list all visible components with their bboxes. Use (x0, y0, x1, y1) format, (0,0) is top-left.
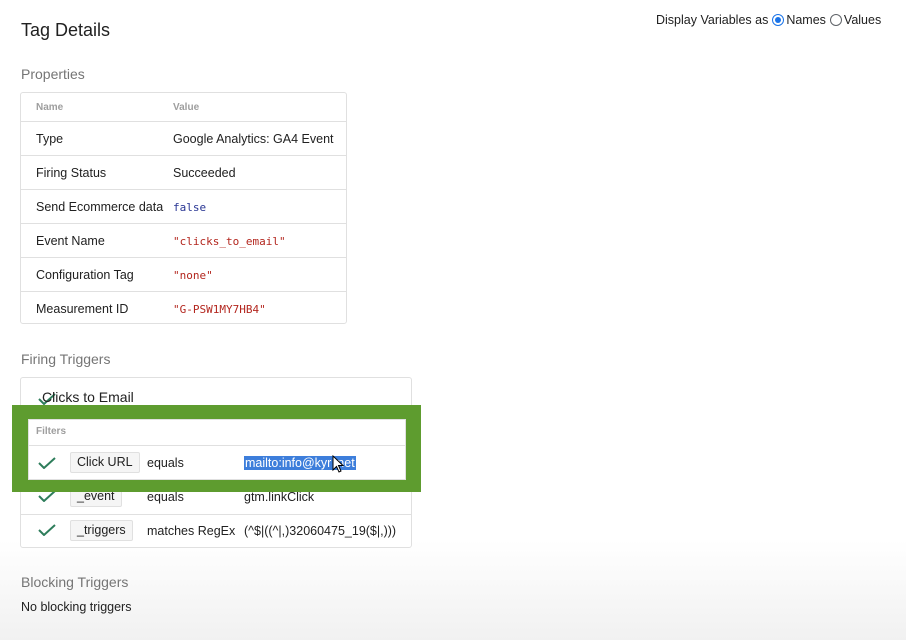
properties-table-header: Name Value (21, 93, 346, 122)
row-divider (28, 445, 406, 446)
property-value: "G-PSW1MY7HB4" (173, 303, 266, 316)
display-variables-toggle: Display Variables as Names Values (656, 13, 881, 27)
property-value: "clicks_to_email" (173, 235, 286, 248)
display-variables-label: Display Variables as (656, 13, 769, 27)
names-radio[interactable] (772, 14, 785, 26)
trigger-name[interactable]: Clicks to Email (42, 389, 134, 405)
property-value: false (173, 201, 207, 214)
table-row: Send Ecommerce data false (21, 190, 346, 224)
property-value: Succeeded (173, 166, 236, 180)
property-name: Type (36, 132, 64, 146)
properties-section-label: Properties (21, 66, 85, 82)
filter-variable-chip: Click URL (70, 452, 140, 473)
tag-details-panel: Tag Details Display Variables as Names V… (0, 0, 906, 640)
filters-label: Filters (36, 426, 67, 437)
filter-operator: equals (147, 456, 184, 470)
row-divider (21, 514, 411, 515)
property-name: Measurement ID (36, 302, 129, 316)
check-icon (38, 524, 56, 536)
column-header-value: Value (173, 102, 200, 113)
properties-table: Name Value Type Google Analytics: GA4 Ev… (20, 92, 347, 324)
property-name: Send Ecommerce data (36, 200, 164, 214)
filter-variable-chip: _triggers (70, 520, 133, 541)
filter-operator: equals (147, 490, 184, 504)
firing-triggers-section-label: Firing Triggers (21, 351, 111, 367)
property-name: Event Name (36, 234, 105, 248)
mouse-cursor-icon (332, 455, 344, 473)
no-blocking-triggers-text: No blocking triggers (21, 600, 132, 614)
blocking-triggers-section-label: Blocking Triggers (21, 574, 129, 590)
values-radio-label[interactable]: Values (844, 13, 881, 27)
column-header-name: Name (36, 102, 64, 113)
check-icon (38, 457, 56, 469)
filter-operator: matches RegEx (147, 524, 236, 538)
table-row: Firing Status Succeeded (21, 156, 346, 190)
filter-value: (^$|((^|,)32060475_19($|,))) (244, 524, 397, 538)
table-row: Event Name "clicks_to_email" (21, 224, 346, 258)
table-row: Type Google Analytics: GA4 Event (21, 122, 346, 156)
property-name: Configuration Tag (36, 268, 134, 282)
page-title: Tag Details (21, 20, 111, 40)
values-radio[interactable] (829, 14, 842, 26)
table-row: Configuration Tag "none" (21, 258, 346, 292)
property-value: "none" (173, 269, 213, 282)
names-radio-label[interactable]: Names (786, 13, 826, 27)
property-value: Google Analytics: GA4 Event (173, 132, 334, 146)
property-name: Firing Status (36, 166, 107, 180)
filter-value: gtm.linkClick (244, 490, 315, 504)
table-row: Measurement ID "G-PSW1MY7HB4" (21, 292, 346, 326)
